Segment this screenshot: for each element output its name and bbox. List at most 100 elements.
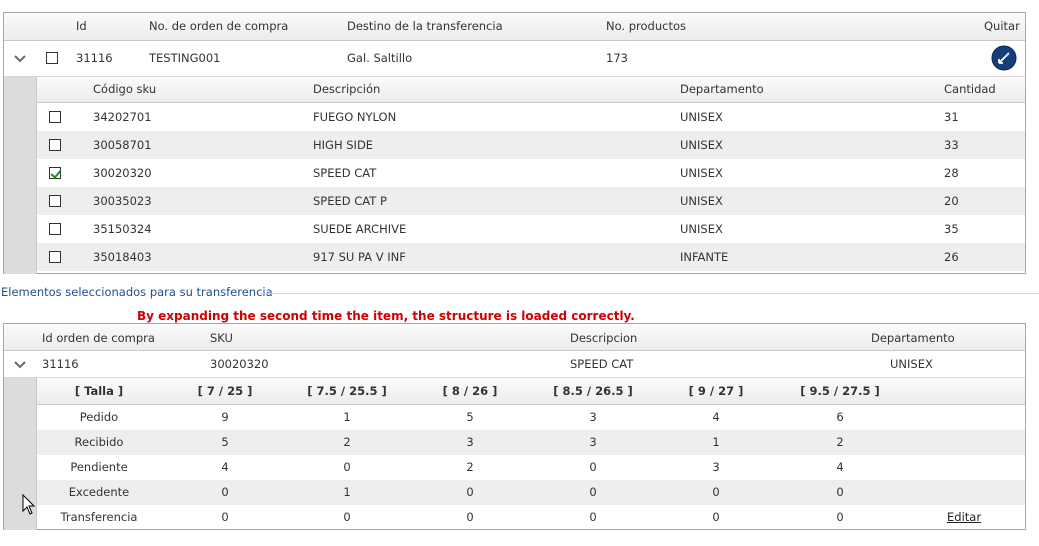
size-value: 4: [712, 410, 720, 424]
detail-checkbox[interactable]: [49, 167, 61, 179]
size-row: Transferencia 0 0 0 0 0 0 Editar: [37, 505, 1025, 530]
selected-grid: Id orden de compra SKU Descripcion Depar…: [3, 323, 1026, 530]
detail-department: UNISEX: [680, 110, 723, 124]
size-value: 0: [712, 510, 720, 524]
detail-sku: 35018403: [93, 250, 152, 264]
size-row: Recibido 5 2 3 3 1 2: [37, 430, 1025, 455]
detail-quantity: 20: [944, 194, 959, 208]
column-header-description[interactable]: Descripcion: [570, 332, 637, 345]
detail-header-description[interactable]: Descripción: [313, 83, 380, 96]
detail-quantity: 35: [944, 222, 959, 236]
size-value: 0: [712, 485, 720, 499]
detail-department: UNISEX: [680, 194, 723, 208]
column-header-order-id[interactable]: Id orden de compra: [42, 332, 155, 345]
size-value: 1: [343, 485, 351, 499]
column-header-remove[interactable]: Quitar: [984, 20, 1020, 33]
size-value: 2: [466, 460, 474, 474]
size-row: Pedido 9 1 5 3 4 6: [37, 405, 1025, 430]
size-value: 0: [589, 510, 597, 524]
row-destination: Gal. Saltillo: [347, 51, 413, 65]
size-header-cell: [ 7 / 25 ]: [197, 384, 253, 398]
detail-checkbox[interactable]: [49, 223, 61, 235]
size-value: 0: [589, 460, 597, 474]
size-value: 0: [343, 460, 351, 474]
detail-header: Código sku Descripción Departamento Cant…: [37, 77, 1025, 103]
collapse-chevron-icon[interactable]: [14, 55, 26, 63]
size-value: 0: [466, 485, 474, 499]
detail-description: FUEGO NYLON: [313, 110, 397, 124]
detail-checkbox[interactable]: [49, 139, 61, 151]
size-row-label: Excedente: [68, 485, 130, 499]
collapse-chevron-icon[interactable]: [14, 361, 26, 369]
transfer-grid-header: Id No. de orden de compra Destino de la …: [4, 13, 1025, 41]
column-header-sku[interactable]: SKU: [210, 332, 233, 345]
size-value: 2: [343, 435, 351, 449]
size-value: 0: [221, 485, 229, 499]
detail-row[interactable]: 30020320 SPEED CAT UNISEX 28: [37, 159, 1025, 187]
size-value: 0: [836, 485, 844, 499]
detail-description: SUEDE ARCHIVE: [313, 222, 407, 236]
detail-sku: 30035023: [93, 194, 152, 208]
size-row-label: Pendiente: [70, 460, 128, 474]
column-header-department[interactable]: Departamento: [871, 332, 955, 345]
section-divider: [258, 293, 1039, 294]
column-header-order[interactable]: No. de orden de compra: [149, 20, 288, 33]
size-header: [ Talla ] [ 7 / 25 ] [ 7.5 / 25.5 ] [ 8 / 2…: [37, 378, 1025, 405]
detail-row[interactable]: 35018403 917 SU PA V INF INFANTE 26: [37, 243, 1025, 271]
detail-row[interactable]: 30058701 HIGH SIDE UNISEX 33: [37, 131, 1025, 159]
size-value: 4: [221, 460, 229, 474]
detail-header-department[interactable]: Departamento: [680, 83, 764, 96]
transfer-grid: Id No. de orden de compra Destino de la …: [3, 12, 1026, 274]
size-row: Excedente 0 1 0 0 0 0: [37, 480, 1025, 505]
size-value: 0: [343, 510, 351, 524]
detail-checkbox[interactable]: [49, 111, 61, 123]
detail-row[interactable]: 34202701 FUEGO NYLON UNISEX 31: [37, 103, 1025, 131]
detail-description: HIGH SIDE: [313, 138, 374, 152]
detail-sku: 30020320: [93, 166, 152, 180]
detail-sku: 35150324: [93, 222, 152, 236]
size-value: 9: [221, 410, 229, 424]
detail-quantity: 28: [944, 166, 959, 180]
detail-department: UNISEX: [680, 166, 723, 180]
size-header-cell: [ 7.5 / 25.5 ]: [307, 384, 387, 398]
size-header-cell: [ 9 / 27 ]: [688, 384, 744, 398]
size-value: 0: [221, 510, 229, 524]
transfer-row[interactable]: 31116 TESTING001 Gal. Saltillo 173: [4, 41, 1025, 77]
size-row-label: Transferencia: [60, 510, 138, 524]
detail-quantity: 31: [944, 110, 959, 124]
size-value: 3: [712, 460, 720, 474]
size-value: 5: [466, 410, 474, 424]
selected-department: UNISEX: [890, 357, 933, 371]
detail-description: 917 SU PA V INF: [313, 250, 406, 264]
detail-row[interactable]: 35150324 SUEDE ARCHIVE UNISEX 35: [37, 215, 1025, 243]
edit-link[interactable]: Editar: [947, 511, 981, 524]
size-value: 3: [466, 435, 474, 449]
size-header-cell: [ 9.5 / 27.5 ]: [800, 384, 880, 398]
selected-row[interactable]: 31116 30020320 SPEED CAT UNISEX: [4, 351, 1025, 378]
selected-items-label: Elementos seleccionados para su transfer…: [1, 285, 273, 299]
size-value: 3: [589, 435, 597, 449]
detail-header-sku[interactable]: Código sku: [93, 83, 156, 96]
size-value: 0: [836, 510, 844, 524]
detail-row[interactable]: 30035023 SPEED CAT P UNISEX 20: [37, 187, 1025, 215]
column-header-destination[interactable]: Destino de la transferencia: [347, 20, 503, 33]
size-value: 0: [466, 510, 474, 524]
detail-quantity: 26: [944, 250, 959, 264]
annotation-text: By expanding the second time the item, t…: [137, 309, 635, 323]
detail-checkbox[interactable]: [49, 251, 61, 263]
selected-order-id: 31116: [42, 357, 79, 371]
column-header-products[interactable]: No. productos: [606, 20, 686, 33]
detail-header-quantity[interactable]: Cantidad: [944, 83, 996, 96]
size-header-cell: [ Talla ]: [74, 384, 124, 398]
detail-table: Código sku Descripción Departamento Cant…: [36, 77, 1025, 274]
detail-checkbox[interactable]: [49, 195, 61, 207]
remove-icon[interactable]: [991, 45, 1017, 71]
column-header-id[interactable]: Id: [76, 20, 87, 33]
size-table: [ Talla ] [ 7 / 25 ] [ 7.5 / 25.5 ] [ 8 / 2…: [36, 378, 1025, 530]
detail-department: UNISEX: [680, 222, 723, 236]
row-checkbox[interactable]: [46, 52, 58, 64]
row-products: 173: [606, 51, 628, 65]
detail-department: INFANTE: [680, 250, 729, 264]
row-id: 31116: [76, 51, 113, 65]
detail-gutter: [4, 77, 36, 274]
